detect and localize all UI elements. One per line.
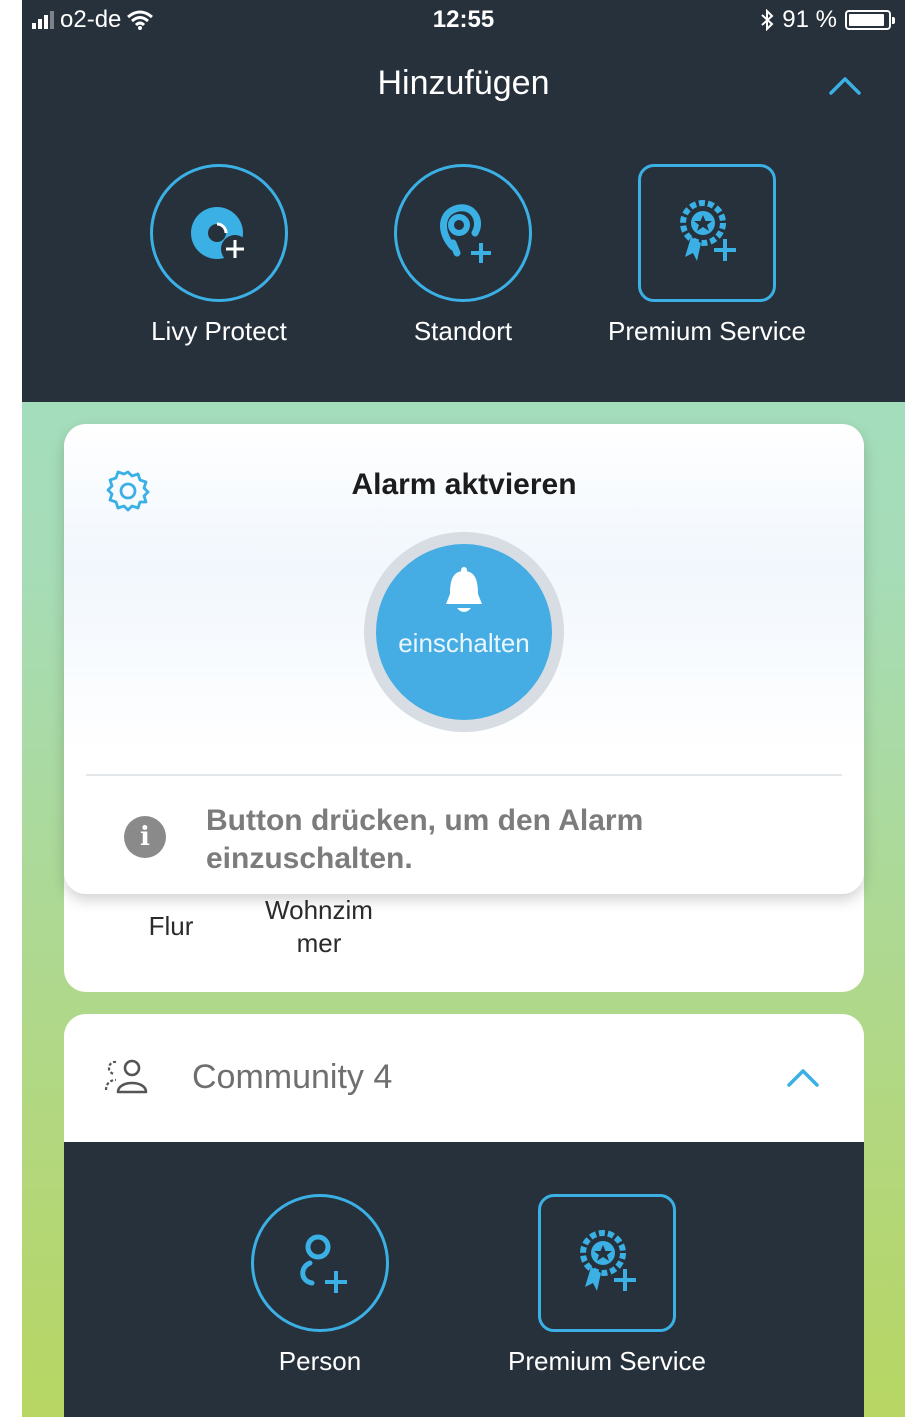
chevron-up-icon[interactable] [786, 1062, 820, 1096]
panel-title: Hinzufügen [377, 64, 550, 102]
battery-percent: 91 % [782, 6, 837, 33]
add-premium-service-button[interactable]: Premium Service [587, 164, 827, 347]
status-bar: o2-de 12:55 91 % [22, 0, 905, 40]
add-livy-protect-button[interactable]: Livy Protect [99, 164, 339, 347]
add-premium-service-button[interactable]: Premium Service [487, 1194, 727, 1377]
room-label: Wohnzim mer [265, 895, 373, 958]
community-header[interactable]: Community 4 [64, 1014, 864, 1142]
app-screen: o2-de 12:55 91 % Hinzufügen Livy Protect… [22, 0, 905, 1417]
info-icon: i [124, 816, 166, 858]
alarm-info-text: Button drücken, um den Alarm einzuschalt… [206, 804, 644, 875]
room-tile[interactable]: Flur [126, 910, 216, 943]
premium-badge-add-icon [538, 1194, 676, 1332]
community-card: Community 4 Person Premium Service [64, 1014, 864, 1417]
alarm-card-title: Alarm aktvieren [351, 468, 577, 501]
bell-icon [446, 567, 482, 612]
add-item-label: Premium Service [608, 316, 806, 346]
community-icon [104, 1059, 148, 1094]
community-item-label: Premium Service [508, 1346, 706, 1376]
alarm-button-halo: einschalten [364, 532, 564, 732]
livy-protect-add-icon [150, 164, 288, 302]
status-right: 91 % [760, 6, 895, 34]
community-label: Community 4 [192, 1058, 393, 1096]
add-options: Livy Protect Standort Premium Service [22, 164, 905, 354]
community-add-panel: Person Premium Service [64, 1142, 864, 1417]
battery-icon [845, 10, 895, 30]
alarm-button-label: einschalten [398, 628, 530, 658]
location-add-icon [394, 164, 532, 302]
alarm-toggle-button[interactable]: einschalten [376, 544, 552, 720]
add-location-button[interactable]: Standort [343, 164, 583, 347]
chevron-up-icon[interactable] [828, 70, 862, 104]
add-panel: o2-de 12:55 91 % Hinzufügen Livy Protect… [22, 0, 905, 402]
community-item-label: Person [278, 1346, 362, 1376]
add-item-label: Standort [413, 316, 513, 346]
person-add-icon [251, 1194, 389, 1332]
premium-badge-add-icon [638, 164, 776, 302]
add-person-button[interactable]: Person [200, 1194, 440, 1377]
bluetooth-icon [761, 9, 774, 31]
alarm-card: Alarm aktvieren einschalten i Button drü… [64, 424, 864, 894]
divider [86, 774, 842, 776]
room-label: Flur [148, 911, 194, 941]
room-tile[interactable]: Wohnzim mer [254, 894, 384, 960]
add-item-label: Livy Protect [151, 316, 287, 346]
